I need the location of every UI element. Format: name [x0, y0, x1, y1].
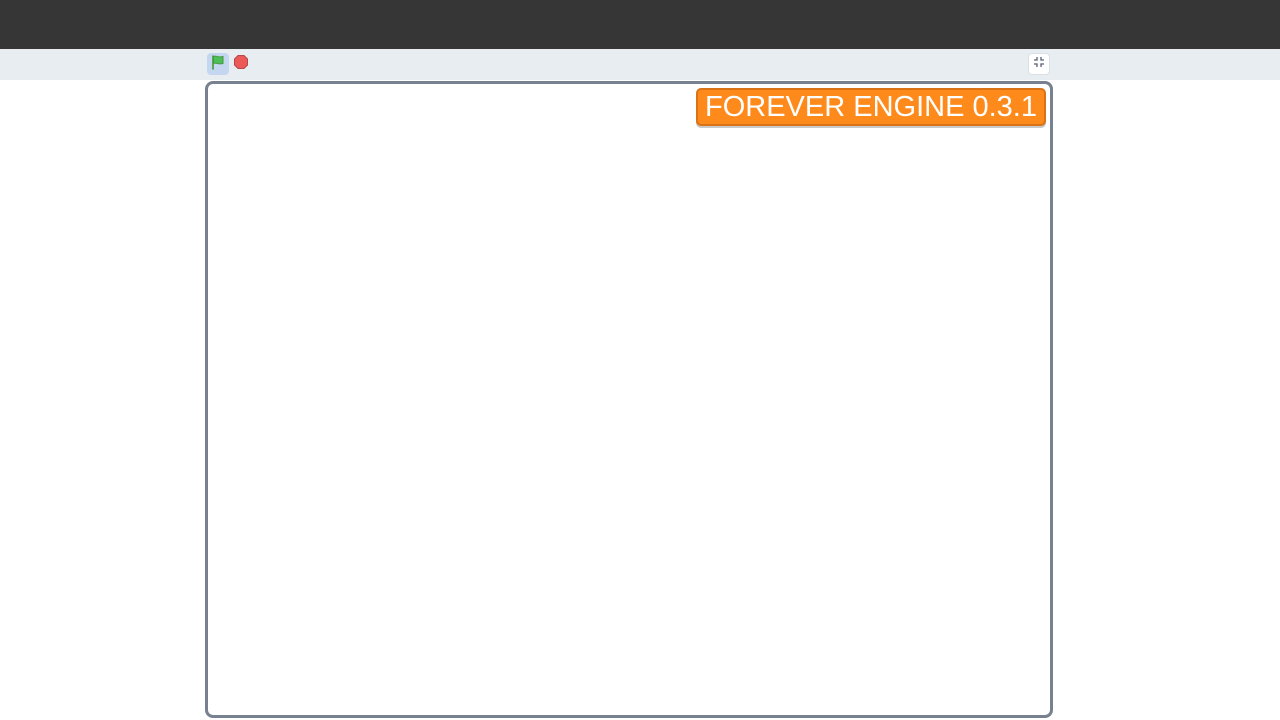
- stage-controls-bar: [0, 49, 1280, 80]
- green-flag-button[interactable]: [207, 53, 229, 75]
- top-menu-bar: [0, 0, 1280, 49]
- exit-fullscreen-button[interactable]: [1028, 53, 1050, 75]
- exit-fullscreen-icon: [1033, 55, 1045, 73]
- green-flag-icon: [210, 54, 226, 75]
- stop-sign-icon: [233, 54, 249, 75]
- stop-button[interactable]: [233, 54, 249, 75]
- engine-version-badge: FOREVER ENGINE 0.3.1: [696, 88, 1046, 126]
- stage-canvas[interactable]: FOREVER ENGINE 0.3.1: [205, 81, 1053, 718]
